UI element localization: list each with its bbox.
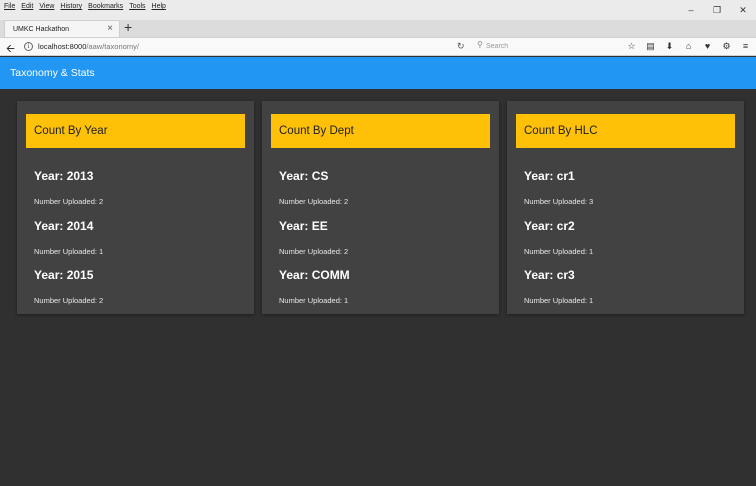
browser-menubar: File Edit View History Bookmarks Tools H… bbox=[4, 3, 166, 10]
pocket-icon[interactable]: ♥ bbox=[703, 41, 712, 52]
card-header: Count By Year bbox=[26, 114, 245, 148]
menu-edit[interactable]: Edit bbox=[21, 3, 33, 10]
app-header: Taxonomy & Stats bbox=[0, 57, 756, 89]
url-bar[interactable]: localhost:8000/aaw/taxonomy/ bbox=[38, 42, 139, 51]
search-icon: ⚲ bbox=[477, 40, 483, 49]
menu-file[interactable]: File bbox=[4, 3, 15, 10]
entry-count: Number Uploaded: 1 bbox=[279, 296, 349, 305]
entry-title: Year: 2013 bbox=[34, 169, 94, 183]
download-icon[interactable]: ⬇ bbox=[665, 41, 674, 52]
entry-title: Year: 2015 bbox=[34, 268, 94, 282]
window-controls: – ❐ ✕ bbox=[686, 4, 748, 16]
home-icon[interactable]: ⌂ bbox=[684, 41, 693, 52]
entry-count: Number Uploaded: 1 bbox=[34, 247, 104, 256]
entry-title: Year: EE bbox=[279, 219, 328, 233]
entry-count: Number Uploaded: 2 bbox=[279, 247, 349, 256]
site-info-icon[interactable]: i bbox=[24, 42, 33, 51]
menu-view[interactable]: View bbox=[39, 3, 54, 10]
entry-title: Year: CS bbox=[279, 169, 329, 183]
url-path: /aaw/taxonomy/ bbox=[86, 42, 139, 51]
entry-count: Number Uploaded: 2 bbox=[34, 197, 104, 206]
minimize-icon[interactable]: – bbox=[686, 4, 696, 16]
entry-title: Year: cr2 bbox=[524, 219, 575, 233]
card-heading: Count By Year bbox=[34, 125, 108, 137]
entry-title: Year: cr1 bbox=[524, 169, 575, 183]
browser-toolbar-icons: ☆ ▤ ⬇ ⌂ ♥ ⚙ ≡ bbox=[627, 41, 750, 52]
menu-bookmarks[interactable]: Bookmarks bbox=[88, 3, 123, 10]
entry-title: Year: COMM bbox=[279, 268, 350, 282]
entry-count: Number Uploaded: 1 bbox=[524, 296, 594, 305]
search-box[interactable]: ⚲ bbox=[472, 40, 622, 54]
entry-count: Number Uploaded: 1 bbox=[524, 247, 594, 256]
card-count-by-hlc: Count By HLC Year: cr1 Number Uploaded: … bbox=[507, 101, 744, 314]
entry-count: Number Uploaded: 2 bbox=[279, 197, 349, 206]
entry-count: Number Uploaded: 2 bbox=[34, 296, 104, 305]
close-window-icon[interactable]: ✕ bbox=[738, 4, 748, 16]
reading-list-icon[interactable]: ▤ bbox=[646, 41, 655, 52]
card-count-by-year: Count By Year Year: 2013 Number Uploaded… bbox=[17, 101, 254, 314]
entry-count: Number Uploaded: 3 bbox=[524, 197, 594, 206]
card-count-by-dept: Count By Dept Year: CS Number Uploaded: … bbox=[262, 101, 499, 314]
browser-tab[interactable]: UMKC Hackathon × bbox=[4, 20, 120, 38]
card-heading: Count By Dept bbox=[279, 125, 354, 137]
menu-help[interactable]: Help bbox=[152, 3, 166, 10]
app-title: Taxonomy & Stats bbox=[10, 67, 95, 79]
menu-tools[interactable]: Tools bbox=[129, 3, 145, 10]
card-heading: Count By HLC bbox=[524, 125, 598, 137]
restore-icon[interactable]: ❐ bbox=[712, 4, 722, 16]
entry-title: Year: 2014 bbox=[34, 219, 94, 233]
tab-close-icon[interactable]: × bbox=[107, 23, 113, 34]
extension-icon[interactable]: ⚙ bbox=[722, 41, 731, 52]
search-input[interactable] bbox=[486, 41, 616, 52]
bookmark-star-icon[interactable]: ☆ bbox=[627, 41, 636, 52]
browser-titlebar: File Edit View History Bookmarks Tools H… bbox=[0, 0, 756, 20]
entry-title: Year: cr3 bbox=[524, 268, 575, 282]
url-host: localhost:8000 bbox=[38, 42, 87, 51]
card-header: Count By HLC bbox=[516, 114, 735, 148]
reload-icon[interactable]: ↻ bbox=[457, 41, 465, 52]
hamburger-menu-icon[interactable]: ≡ bbox=[741, 41, 750, 52]
browser-navbar: 🡨 i localhost:8000/aaw/taxonomy/ ↻ ⚲ ☆ ▤… bbox=[0, 37, 756, 56]
new-tab-icon[interactable]: + bbox=[124, 19, 132, 35]
menu-history[interactable]: History bbox=[60, 3, 82, 10]
tab-title: UMKC Hackathon bbox=[13, 26, 70, 33]
card-header: Count By Dept bbox=[271, 114, 490, 148]
